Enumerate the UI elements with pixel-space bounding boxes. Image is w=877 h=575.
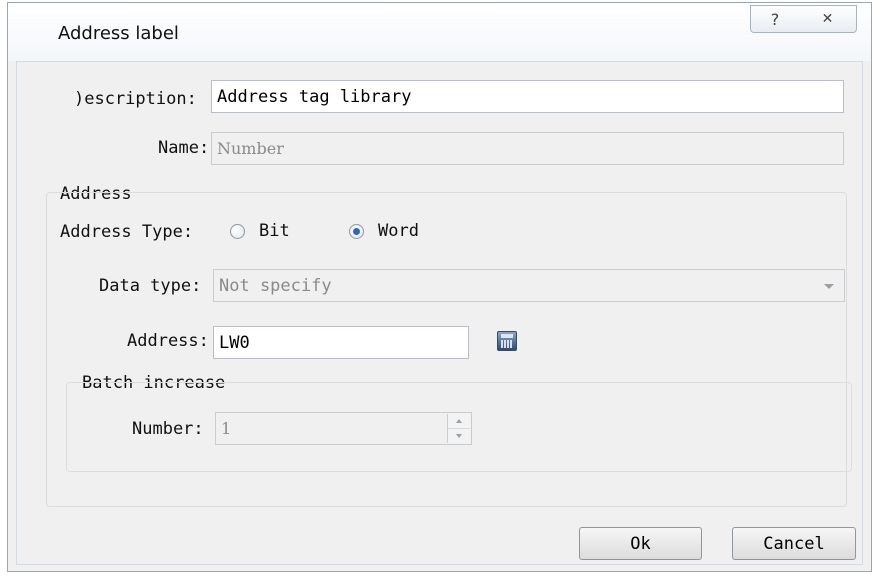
address-type-label: Address Type:: [60, 222, 194, 242]
number-label: Number:: [132, 419, 204, 439]
address-label: Address:: [127, 331, 209, 351]
calculator-icon[interactable]: [497, 331, 517, 351]
close-icon: ✕: [821, 11, 834, 27]
dialog-body: )escription: Address tag library Name: N…: [16, 61, 863, 565]
data-type-select: Not specify: [213, 269, 845, 302]
chevron-down-icon: [824, 284, 834, 289]
address-input[interactable]: LW0: [213, 326, 469, 359]
data-type-label: Data type:: [99, 276, 202, 296]
ok-button[interactable]: Ok: [579, 527, 702, 560]
address-label-dialog: Address label ? ✕ )escription: Address t…: [7, 2, 872, 572]
name-input: Number: [211, 132, 844, 165]
spin-up-icon: [448, 414, 470, 429]
help-button[interactable]: ?: [750, 5, 800, 33]
number-spinbox: 1: [215, 412, 472, 445]
radio-bit-label[interactable]: Bit: [259, 221, 290, 241]
data-type-value: Not specify: [219, 276, 332, 296]
calculator-screen: [501, 334, 513, 338]
description-input[interactable]: Address tag library: [211, 80, 844, 113]
window-title: Address label: [58, 23, 179, 44]
number-value: 1: [221, 419, 232, 438]
title-bar: Address label ? ✕: [8, 3, 871, 61]
description-label: )escription:: [74, 89, 197, 109]
name-label: Name:: [158, 138, 210, 158]
radio-word[interactable]: [349, 224, 364, 239]
cancel-button[interactable]: Cancel: [732, 527, 856, 560]
calculator-keys: [501, 340, 513, 348]
close-button[interactable]: ✕: [799, 5, 857, 33]
spin-down-icon: [448, 429, 470, 443]
spinner-buttons: [447, 414, 470, 443]
radio-bit[interactable]: [230, 224, 245, 239]
help-icon: ?: [770, 9, 780, 29]
radio-word-label[interactable]: Word: [378, 221, 419, 241]
